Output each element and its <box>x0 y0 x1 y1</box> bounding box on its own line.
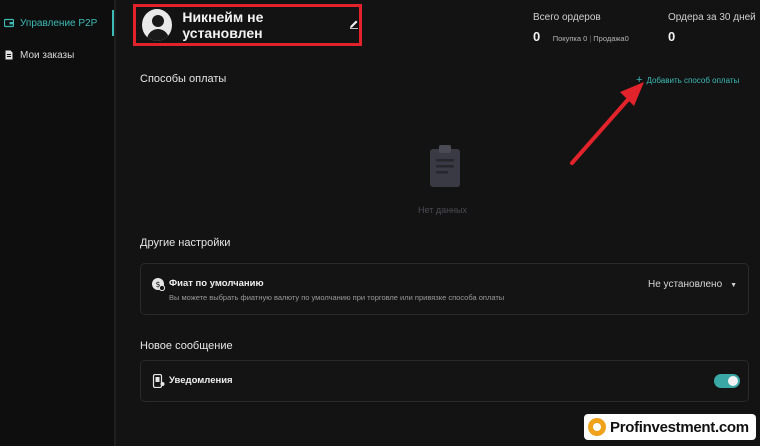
watermark-text: Profinvestment.com <box>610 418 749 436</box>
sell-count: Продажа0 <box>593 34 629 43</box>
wallet-icon <box>3 18 15 28</box>
watermark-logo: Profinvestment.com <box>584 414 756 440</box>
caret-down-icon: ▼ <box>730 282 738 289</box>
sidebar-item-label: Мои заказы <box>20 49 75 61</box>
stat-separator: | <box>589 34 592 43</box>
empty-clipboard-icon <box>428 143 462 189</box>
add-payment-method-label: Добавить способ оплаты <box>646 76 740 85</box>
main-content: Никнейм не установлен Всего ордеров 0 По… <box>116 0 760 446</box>
default-fiat-card: $ Фиат по умолчанию Вы можете выбрать фи… <box>140 263 749 315</box>
brand-logo-icon <box>588 418 606 436</box>
total-orders-label: Всего ордеров <box>533 12 601 23</box>
profile-header: Никнейм не установлен <box>133 4 362 46</box>
sidebar-item-my-orders[interactable]: Мои заказы <box>0 42 114 68</box>
sidebar: Управление P2P Мои заказы <box>0 0 114 446</box>
notifications-title: Уведомления <box>169 375 233 386</box>
default-fiat-value: Не установлено <box>648 279 723 290</box>
toggle-knob <box>728 376 738 386</box>
document-icon <box>4 50 14 60</box>
pencil-icon[interactable] <box>349 19 359 32</box>
other-settings-title: Другие настройки <box>140 237 231 249</box>
notifications-toggle[interactable] <box>714 374 740 388</box>
fiat-currency-icon: $ <box>151 277 166 292</box>
buy-count: Покупка 0 <box>552 34 588 43</box>
orders-30d-value: 0 <box>668 29 676 44</box>
sidebar-item-p2p-management[interactable]: Управление P2P <box>0 10 114 36</box>
notifications-card: Уведомления <box>140 360 749 402</box>
nickname: Никнейм не установлен <box>182 9 264 41</box>
default-fiat-title: Фиат по умолчанию <box>169 278 264 289</box>
orders-30d-stat: Ордера за 30 дней 0 <box>668 12 756 46</box>
empty-state-text: Нет данных <box>418 205 467 215</box>
sidebar-item-label: Управление P2P <box>20 17 98 29</box>
orders-30d-label: Ордера за 30 дней <box>668 12 756 23</box>
default-fiat-description: Вы можете выбрать фиатную валюту по умол… <box>169 293 505 302</box>
add-payment-method-button[interactable]: + Добавить способ оплаты <box>636 74 739 86</box>
phone-notification-icon <box>151 373 165 389</box>
avatar <box>142 9 173 41</box>
payment-methods-title: Способы оплаты <box>140 73 227 85</box>
default-fiat-select[interactable]: Не установлено ▼ <box>648 279 737 290</box>
total-orders-stat: Всего ордеров 0 Покупка 0 | Продажа0 <box>533 12 629 46</box>
total-orders-value: 0 <box>533 29 541 44</box>
new-message-title: Новое сообщение <box>140 340 233 352</box>
plus-icon: + <box>636 74 643 86</box>
